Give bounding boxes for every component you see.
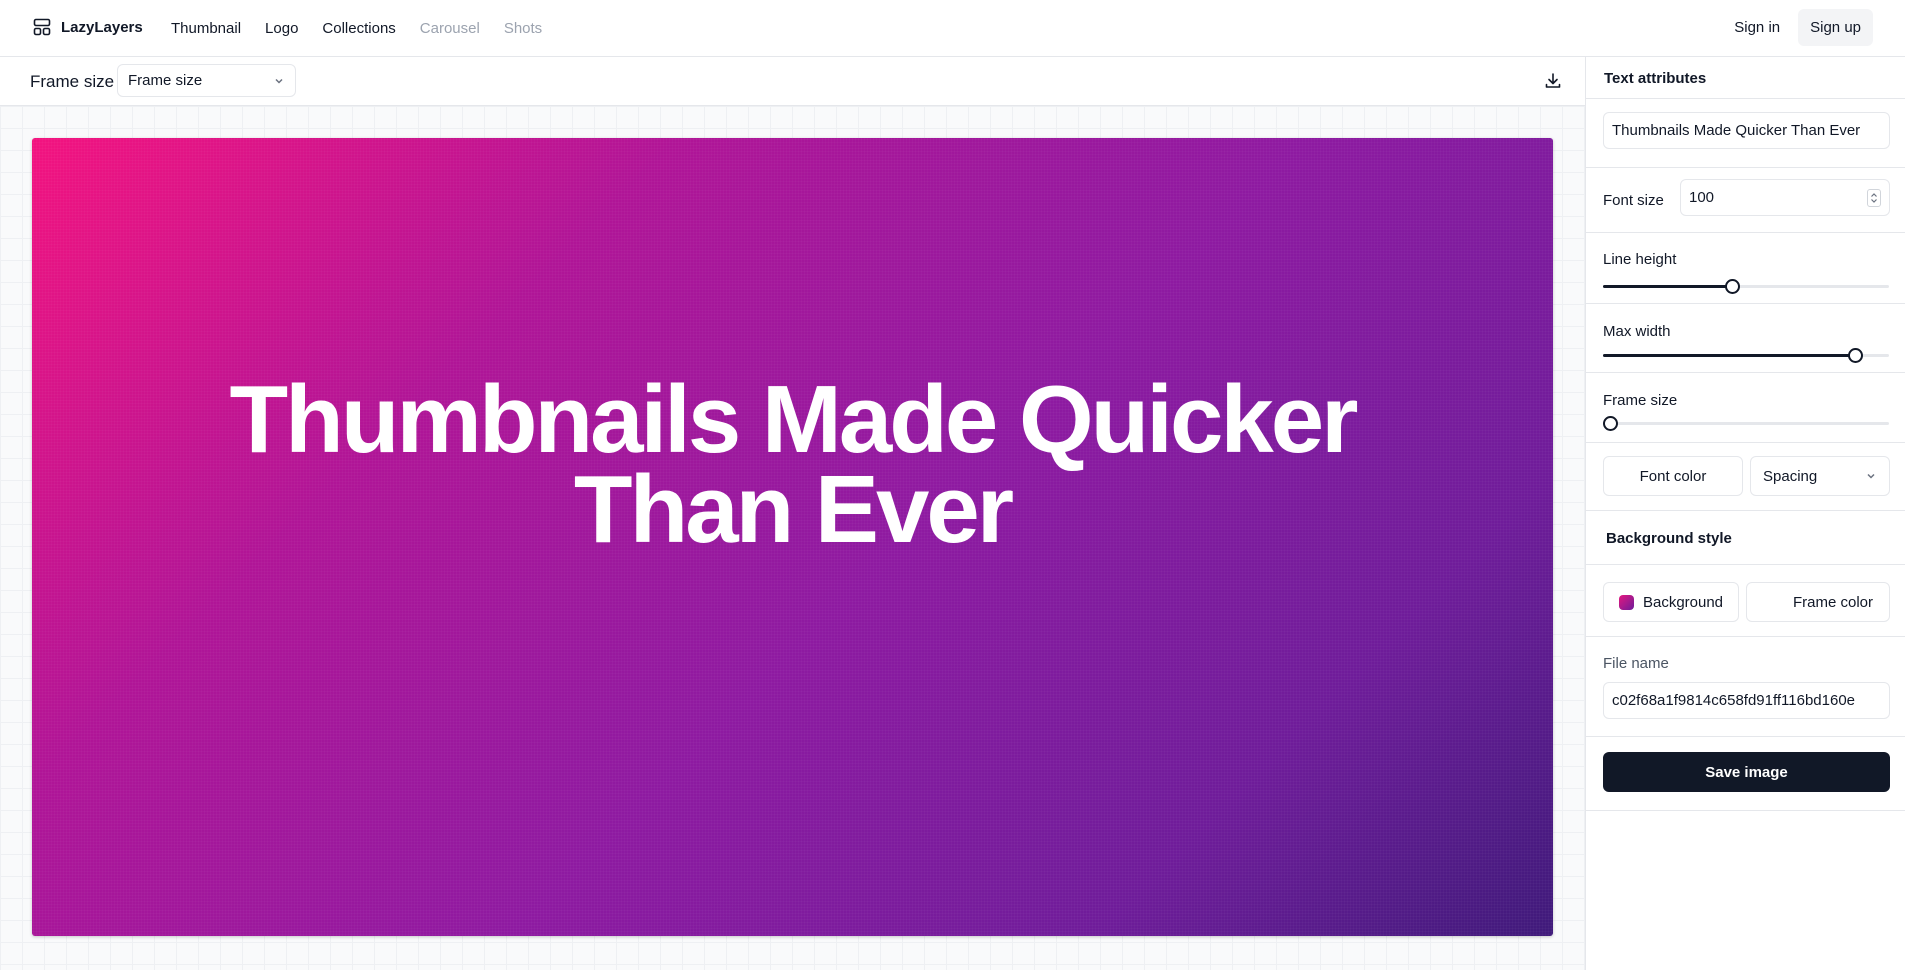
nav-logo[interactable]: Logo <box>265 20 298 37</box>
max-width-slider[interactable] <box>1603 347 1889 363</box>
font-size-input[interactable]: 100 <box>1680 179 1890 216</box>
line-height-slider[interactable] <box>1603 278 1889 294</box>
text-attributes-title: Text attributes <box>1604 70 1707 87</box>
frame-size-slider-label: Frame size <box>1603 392 1678 409</box>
font-size-label: Font size <box>1603 192 1664 209</box>
chevron-down-icon <box>1867 473 1875 479</box>
brand-name: LazyLayers <box>61 18 143 36</box>
background-style-header: Background style <box>1586 511 1905 565</box>
frame-color-button[interactable]: Frame color <box>1746 582 1890 622</box>
spacing-select[interactable]: Spacing <box>1750 456 1890 496</box>
editor-main: Frame size Frame size Thumbnails Made Qu… <box>0 57 1585 970</box>
text-input[interactable]: Thumbnails Made Quicker Than Ever <box>1603 112 1890 149</box>
file-name-input[interactable]: c02f68a1f9814c658fd91ff116bd160e <box>1603 682 1890 719</box>
canvas-area: Thumbnails Made Quicker Than Ever <box>0 106 1585 970</box>
text-input-value: Thumbnails Made Quicker Than Ever <box>1612 122 1861 139</box>
slider-handle[interactable] <box>1848 348 1863 363</box>
text-input-section: Thumbnails Made Quicker Than Ever <box>1586 99 1905 168</box>
font-color-button[interactable]: Font color <box>1603 456 1743 496</box>
max-width-section: Max width <box>1586 304 1905 373</box>
save-image-button[interactable]: Save image <box>1603 752 1890 792</box>
frame-size-slider[interactable] <box>1603 415 1889 431</box>
download-icon[interactable] <box>1543 71 1563 91</box>
brand-logo[interactable]: LazyLayers <box>33 18 143 36</box>
sign-in-button[interactable]: Sign in <box>1722 9 1792 46</box>
chevron-down-icon <box>275 78 283 84</box>
stepper-icon[interactable] <box>1867 189 1881 207</box>
frame-size-label: Frame size <box>30 72 115 91</box>
nav-thumbnail[interactable]: Thumbnail <box>171 20 241 37</box>
background-button[interactable]: Background <box>1603 582 1739 622</box>
background-label: Background <box>1642 593 1724 611</box>
nav-collections[interactable]: Collections <box>322 20 395 37</box>
font-size-section: Font size 100 <box>1586 168 1905 233</box>
save-image-label: Save image <box>1705 763 1788 781</box>
max-width-label: Max width <box>1603 323 1671 340</box>
nav-shots: Shots <box>503 20 543 37</box>
layers-logo-icon <box>33 18 51 36</box>
background-buttons-section: Background Frame color <box>1586 565 1905 637</box>
text-attributes-header: Text attributes <box>1586 57 1905 99</box>
frame-color-label: Frame color <box>1792 593 1874 611</box>
save-section: Save image <box>1586 737 1905 811</box>
slider-track <box>1603 422 1889 425</box>
sign-up-button[interactable]: Sign up <box>1798 9 1873 46</box>
thumbnail-title: Thumbnails Made Quicker Than Ever <box>229 366 1359 563</box>
slider-fill <box>1603 354 1855 357</box>
file-name-value: c02f68a1f9814c658fd91ff116bd160e <box>1612 692 1856 709</box>
font-color-label: Font color <box>1639 467 1707 485</box>
thumbnail-preview[interactable]: Thumbnails Made Quicker Than Ever <box>32 138 1553 936</box>
font-color-spacing-section: Font color Spacing <box>1586 443 1905 511</box>
settings-panel: Text attributes Thumbnails Made Quicker … <box>1585 57 1905 970</box>
frame-size-select-value: Frame size <box>128 72 203 89</box>
background-style-title: Background style <box>1606 530 1732 547</box>
line-height-section: Line height <box>1586 233 1905 304</box>
background-swatch-icon <box>1618 594 1634 610</box>
slider-handle[interactable] <box>1725 279 1740 294</box>
slider-fill <box>1603 285 1732 288</box>
top-navigation: LazyLayers Thumbnail Logo Collections Ca… <box>0 0 1905 57</box>
main-nav: Thumbnail Logo Collections Carousel Shot… <box>171 0 566 57</box>
file-name-section: File name c02f68a1f9814c658fd91ff116bd16… <box>1586 637 1905 737</box>
frame-size-section: Frame size <box>1586 373 1905 443</box>
slider-handle[interactable] <box>1603 416 1618 431</box>
spacing-label: Spacing <box>1763 467 1818 485</box>
line-height-label: Line height <box>1603 251 1677 268</box>
editor-toolbar: Frame size Frame size <box>0 57 1585 106</box>
frame-size-select[interactable]: Frame size <box>117 64 296 97</box>
font-size-value: 100 <box>1689 189 1715 206</box>
file-name-label: File name <box>1603 655 1669 672</box>
nav-carousel: Carousel <box>419 20 480 37</box>
auth-buttons: Sign in Sign up <box>1722 9 1873 46</box>
